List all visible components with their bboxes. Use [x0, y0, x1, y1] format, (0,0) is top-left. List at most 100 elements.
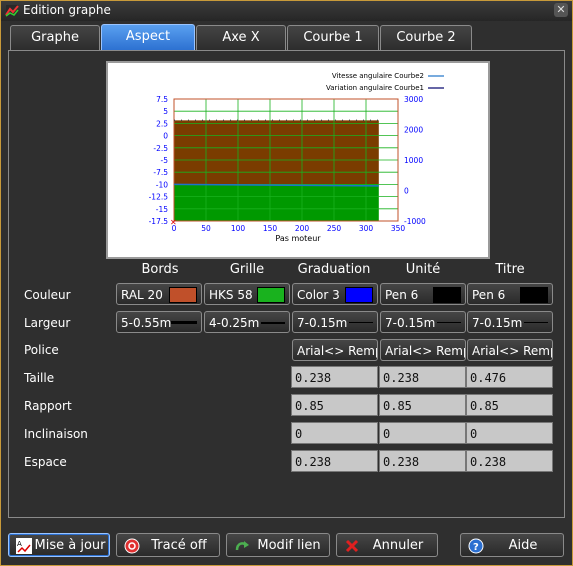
- couleur-unite-swatch: [433, 287, 461, 303]
- largeur-graduation-label: 7-0.15m: [297, 316, 348, 330]
- tab-courbe-2[interactable]: Courbe 2: [380, 25, 472, 50]
- x-axis-label: Pas moteur: [275, 234, 321, 243]
- largeur-grille-label: 4-0.25m: [209, 316, 260, 330]
- row-label-rapport: Rapport: [24, 399, 72, 413]
- tab-aspect[interactable]: Aspect: [101, 24, 195, 51]
- line-width-sample: [261, 322, 285, 324]
- app-icon: [5, 5, 19, 17]
- row-label-couleur: Couleur: [24, 288, 71, 302]
- chart-preview: ✕ 0 50 100 150 200 250 300 350 7.5 5 2.5 0 -2.5 -5 -7.5…: [106, 61, 490, 259]
- series-area-courbe2: [174, 120, 379, 185]
- couleur-unite-button[interactable]: Pen 6: [380, 283, 466, 305]
- line-width-sample: [437, 322, 461, 323]
- couleur-graduation-button[interactable]: Color 3: [292, 283, 378, 305]
- line-width-sample: [349, 322, 373, 323]
- series-area-courbe1: [174, 184, 379, 221]
- espace-graduation-field[interactable]: 0.238: [291, 450, 378, 472]
- mise-a-jour-label: Mise à jour: [34, 538, 106, 553]
- annuler-button[interactable]: Annuler: [336, 533, 438, 557]
- largeur-bords-button[interactable]: 5-0.55m: [116, 311, 202, 333]
- line-width-sample: [524, 322, 548, 323]
- legend-label-courbe2: Vitesse angulaire Courbe2: [332, 72, 424, 80]
- largeur-titre-button[interactable]: 7-0.15m: [467, 311, 553, 333]
- aide-button[interactable]: ? Aide: [460, 533, 564, 557]
- x-tick-label: 100: [231, 224, 246, 233]
- inclinaison-graduation-field[interactable]: 0: [291, 422, 378, 444]
- col-header-bords: Bords: [141, 262, 179, 277]
- couleur-graduation-swatch: [345, 287, 373, 303]
- tab-courbe-1[interactable]: Courbe 1: [287, 25, 379, 50]
- y-right-tick-label: -1000: [404, 217, 426, 226]
- chart-svg: ✕0 50 100 150 200 250 300 3507.552.50-2.5-5-7.5…: [149, 72, 444, 243]
- couleur-grille-button[interactable]: HKS 58: [204, 283, 290, 305]
- row-label-police: Police: [24, 343, 59, 357]
- col-header-unite: Unité: [405, 262, 441, 277]
- rapport-unite-field[interactable]: 0.85: [379, 394, 466, 416]
- couleur-titre-swatch: [520, 287, 548, 303]
- couleur-grille-swatch: [257, 287, 285, 303]
- modif-lien-label: Modif lien: [257, 538, 321, 553]
- annuler-label: Annuler: [372, 538, 424, 553]
- x-tick-label: 0: [172, 224, 177, 233]
- largeur-unite-label: 7-0.15m: [385, 316, 436, 330]
- y-left-tick-label: 7.5: [156, 95, 168, 104]
- y-right-tick-label: 1000: [404, 156, 423, 165]
- couleur-grille-label: HKS 58: [209, 288, 253, 302]
- largeur-graduation-button[interactable]: 7-0.15m: [292, 311, 378, 333]
- inclinaison-unite-field[interactable]: 0: [379, 422, 466, 444]
- line-width-sample: [171, 321, 197, 324]
- couleur-unite-label: Pen 6: [385, 288, 419, 302]
- y-right-tick-label: 2000: [404, 126, 423, 135]
- taille-titre-field[interactable]: 0.476: [466, 366, 553, 388]
- police-unite-button[interactable]: Arial<> Rempl: [380, 339, 466, 361]
- y-left-tick-label: -17.5: [149, 217, 169, 226]
- row-label-taille: Taille: [24, 371, 55, 385]
- largeur-titre-label: 7-0.15m: [472, 316, 523, 330]
- row-label-largeur: Largeur: [24, 316, 71, 330]
- couleur-titre-button[interactable]: Pen 6: [467, 283, 553, 305]
- y-left-tick-label: -2.5: [153, 144, 168, 153]
- trace-off-button[interactable]: Tracé off: [116, 533, 220, 557]
- y-right-tick-label: 3000: [404, 95, 423, 104]
- tab-axe-x[interactable]: Axe X: [196, 25, 286, 50]
- col-header-titre: Titre: [495, 262, 525, 277]
- x-tick-label: 150: [263, 224, 278, 233]
- title-bar[interactable]: Edition graphe ✕: [1, 1, 572, 21]
- rapport-graduation-field[interactable]: 0.85: [291, 394, 378, 416]
- largeur-grille-button[interactable]: 4-0.25m: [204, 311, 290, 333]
- trace-off-label: Tracé off: [151, 538, 207, 553]
- x-tick-label: 300: [359, 224, 374, 233]
- row-label-inclinaison: Inclinaison: [24, 427, 88, 441]
- largeur-bords-label: 5-0.55m: [121, 316, 172, 330]
- mise-a-jour-button[interactable]: A Mise à jour: [8, 533, 110, 557]
- inclinaison-titre-field[interactable]: 0: [466, 422, 553, 444]
- close-icon[interactable]: ✕: [554, 3, 568, 17]
- couleur-titre-label: Pen 6: [472, 288, 506, 302]
- largeur-unite-button[interactable]: 7-0.15m: [380, 311, 466, 333]
- row-label-espace: Espace: [24, 455, 67, 469]
- y-left-tick-label: 5: [163, 107, 168, 116]
- rapport-titre-field[interactable]: 0.85: [466, 394, 553, 416]
- tab-graphe[interactable]: Graphe: [10, 25, 100, 50]
- x-tick-label: 200: [295, 224, 310, 233]
- y-left-tick-label: 0: [163, 132, 168, 141]
- modif-lien-button[interactable]: Modif lien: [226, 533, 330, 557]
- col-header-graduation: Graduation: [297, 262, 371, 277]
- x-tick-label: 250: [327, 224, 342, 233]
- taille-graduation-field[interactable]: 0.238: [291, 366, 378, 388]
- aide-label: Aide: [508, 538, 538, 553]
- couleur-bords-swatch: [169, 287, 197, 303]
- police-graduation-button[interactable]: Arial<> Rempl: [292, 339, 378, 361]
- col-header-grille: Grille: [229, 262, 265, 277]
- espace-titre-field[interactable]: 0.238: [466, 450, 553, 472]
- taille-unite-field[interactable]: 0.238: [379, 366, 466, 388]
- police-titre-button[interactable]: Arial<> Remp: [467, 339, 553, 361]
- y-left-tick-label: -7.5: [153, 168, 168, 177]
- couleur-bords-button[interactable]: RAL 20: [116, 283, 202, 305]
- couleur-graduation-label: Color 3: [297, 288, 340, 302]
- window-title: Edition graphe: [23, 3, 111, 17]
- couleur-bords-label: RAL 20: [121, 288, 163, 302]
- y-left-tick-label: -12.5: [149, 193, 169, 202]
- y-left-tick-label: -10: [156, 180, 168, 189]
- espace-unite-field[interactable]: 0.238: [379, 450, 466, 472]
